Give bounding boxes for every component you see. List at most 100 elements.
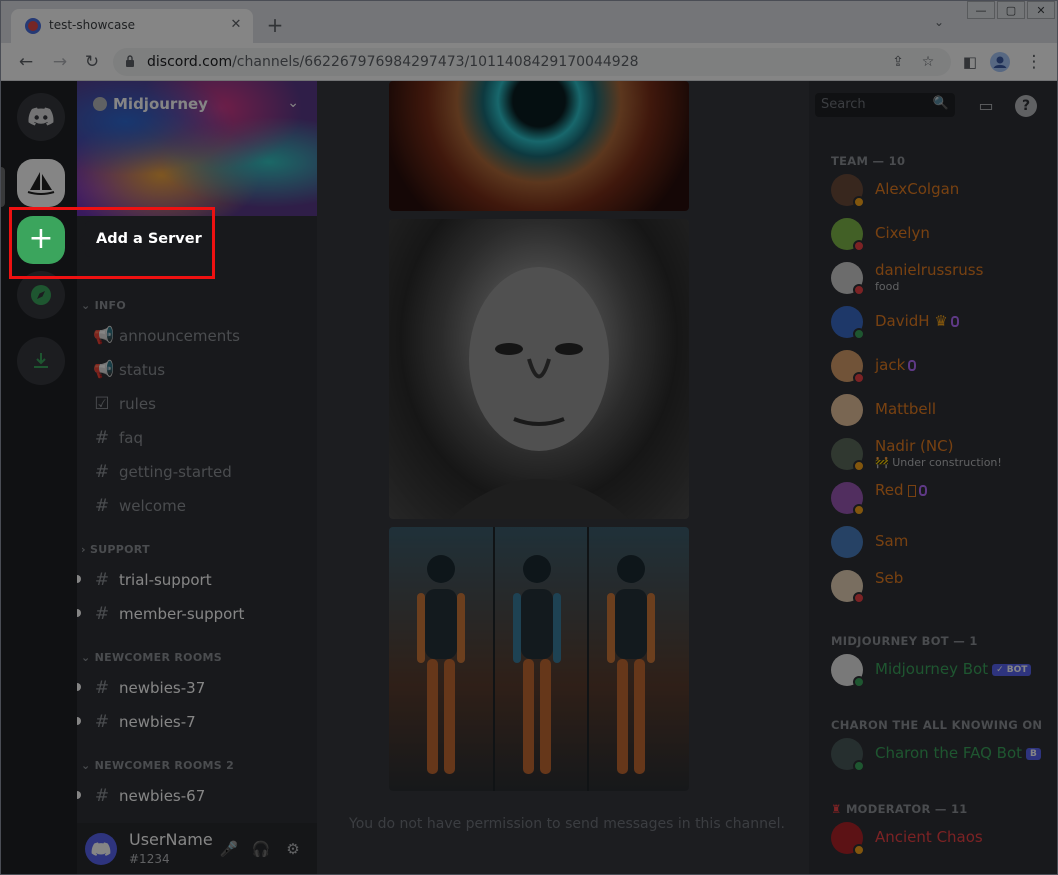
browser-tab[interactable]: test-showcase ✕ xyxy=(11,9,253,43)
channel-newbies-67[interactable]: # newbies-67 xyxy=(93,781,205,811)
member-seb[interactable]: Seb xyxy=(831,566,1051,606)
thread-hash-icon: # xyxy=(94,678,110,698)
channel-newbies-7[interactable]: # newbies-7 xyxy=(93,707,196,737)
member-list: Search 🔍 ▭ ? TEAM — 10 AlexColgan Cixely… xyxy=(809,81,1057,874)
panel-divider xyxy=(493,527,495,791)
member-mattbell[interactable]: Mattbell xyxy=(831,390,1051,430)
nitro-gem-icon xyxy=(919,485,928,496)
megaphone-icon: 📢 xyxy=(93,326,115,346)
maximize-button[interactable]: ▢ xyxy=(997,1,1025,19)
url-text: discord.com/channels/662267976984297473/… xyxy=(147,54,639,70)
headphones-icon[interactable]: 🎧 xyxy=(251,839,271,859)
server-menu-chevron-icon[interactable]: ⌄ xyxy=(287,95,299,111)
chrome-menu-icon[interactable]: ⋮ xyxy=(1023,51,1045,73)
status-idle-icon xyxy=(853,844,865,856)
panel-divider xyxy=(587,527,589,791)
channel-trial-support[interactable]: # trial-support xyxy=(93,565,212,595)
server-header[interactable]: Midjourney xyxy=(93,95,208,113)
minimize-button[interactable]: — xyxy=(967,1,995,19)
member-sam[interactable]: Sam xyxy=(831,522,1051,562)
hash-icon: # xyxy=(94,428,110,448)
channel-getting-started[interactable]: # getting-started xyxy=(93,457,232,487)
message-area: You do not have permission to send messa… xyxy=(317,81,809,874)
member-category-team: TEAM — 10 xyxy=(831,154,906,168)
midjourney-server-icon[interactable] xyxy=(17,159,65,207)
message-input-disabled-text: You do not have permission to send messa… xyxy=(349,816,785,832)
url-path: /channels/662267976984297473/10114084291… xyxy=(232,54,639,70)
download-apps-icon[interactable] xyxy=(17,337,65,385)
user-avatar[interactable] xyxy=(85,833,117,865)
member-red[interactable]: Red xyxy=(831,478,1051,518)
unread-indicator xyxy=(77,575,81,583)
address-bar[interactable]: discord.com/channels/662267976984297473/… xyxy=(113,48,951,76)
category-support[interactable]: › SUPPORT xyxy=(81,543,150,556)
nitro-gem-icon xyxy=(908,360,917,371)
member-jack[interactable]: jack xyxy=(831,346,1051,386)
thread-hash-icon: # xyxy=(94,786,110,806)
browser-window: test-showcase ✕ + ⌄ — ▢ ✕ ← → ↻ discord.… xyxy=(0,0,1058,875)
eye-image[interactable] xyxy=(389,81,689,211)
channel-newbies-37[interactable]: # newbies-37 xyxy=(93,673,205,703)
member-ancient-chaos[interactable]: Ancient Chaos xyxy=(831,818,1051,858)
tab-close-icon[interactable]: ✕ xyxy=(227,16,245,34)
status-dnd-icon xyxy=(853,240,865,252)
channel-member-support[interactable]: # member-support xyxy=(93,599,245,629)
server-list xyxy=(1,81,77,874)
bot-badge: ✓ BOT xyxy=(992,663,1032,676)
tab-search-chevron-icon[interactable]: ⌄ xyxy=(929,15,949,35)
server-name: Midjourney xyxy=(113,95,208,113)
status-online-icon xyxy=(853,328,865,340)
side-panel-icon[interactable]: ◧ xyxy=(959,51,981,73)
channel-welcome[interactable]: # welcome xyxy=(93,491,186,521)
robots-image[interactable] xyxy=(389,527,689,791)
checkbox-icon: ☑ xyxy=(94,394,110,414)
member-alexcolgan[interactable]: AlexColgan xyxy=(831,170,1051,210)
close-window-button[interactable]: ✕ xyxy=(1027,1,1055,19)
discord-home-icon[interactable] xyxy=(17,93,65,141)
mute-mic-icon[interactable]: 🎤 xyxy=(219,839,239,859)
category-newcomer-rooms-2[interactable]: ⌄ NEWCOMER ROOMS 2 xyxy=(81,759,234,772)
search-placeholder: Search xyxy=(821,97,866,112)
status-online-icon xyxy=(853,760,865,772)
status-idle-icon xyxy=(853,504,865,516)
unread-indicator xyxy=(77,683,81,691)
thread-hash-icon: # xyxy=(94,712,110,732)
back-button[interactable]: ← xyxy=(15,51,37,73)
inbox-icon[interactable]: ▭ xyxy=(975,95,997,117)
reload-button[interactable]: ↻ xyxy=(81,51,103,73)
highlight-box xyxy=(9,207,215,279)
member-danielrussruss[interactable]: danielrussruss food xyxy=(831,258,1051,298)
category-info[interactable]: ⌄ INFO xyxy=(81,299,126,312)
avatar xyxy=(831,394,863,426)
url-host: discord.com xyxy=(147,54,233,70)
search-input[interactable]: Search 🔍 xyxy=(815,93,955,117)
member-nadir[interactable]: Nadir (NC) 🚧 Under construction! xyxy=(831,434,1051,474)
channel-status[interactable]: 📢 status xyxy=(93,355,165,385)
user-tag: #1234 xyxy=(129,852,170,866)
member-davidh[interactable]: DavidH ♛ xyxy=(831,302,1051,342)
category-newcomer-rooms[interactable]: ⌄ NEWCOMER ROOMS xyxy=(81,651,222,664)
member-category-bot: MIDJOURNEY BOT — 1 xyxy=(831,634,978,648)
new-tab-button[interactable]: + xyxy=(263,13,287,37)
portrait-image[interactable] xyxy=(389,219,689,519)
status-dnd-icon xyxy=(853,592,865,604)
robot-figure xyxy=(417,555,465,774)
member-cixelyn[interactable]: Cixelyn xyxy=(831,214,1051,254)
channel-rules[interactable]: ☑ rules xyxy=(93,389,156,419)
share-icon[interactable]: ⇪ xyxy=(889,53,907,71)
forward-button[interactable]: → xyxy=(49,51,71,73)
browser-toolbar: ← → ↻ discord.com/channels/6622679769842… xyxy=(1,43,1057,81)
portrait-drawing xyxy=(449,267,629,519)
profile-avatar-icon[interactable] xyxy=(989,51,1011,73)
bookmark-star-icon[interactable]: ☆ xyxy=(919,53,937,71)
status-online-icon xyxy=(853,676,865,688)
status-idle-icon xyxy=(853,460,865,472)
member-midjourney-bot[interactable]: Midjourney Bot ✓ BOT xyxy=(831,650,1051,690)
channel-announcements[interactable]: 📢 announcements xyxy=(93,321,240,351)
emoji-box-icon xyxy=(908,484,917,497)
channel-faq[interactable]: # faq xyxy=(93,423,143,453)
member-charon[interactable]: Charon the FAQ Bot B xyxy=(831,734,1051,774)
help-icon[interactable]: ? xyxy=(1015,95,1037,117)
channel-sidebar: Midjourney ⌄ ⌄ INFO 📢 announcements 📢 stat… xyxy=(77,81,317,874)
user-settings-gear-icon[interactable]: ⚙ xyxy=(283,839,303,859)
